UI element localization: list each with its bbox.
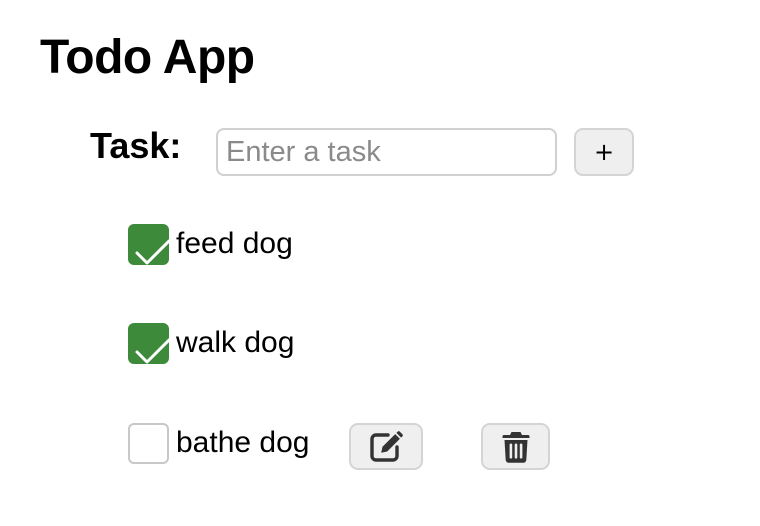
add-task-button[interactable]: + <box>574 128 634 176</box>
todo-text: walk dog <box>176 326 295 359</box>
todo-text: feed dog <box>176 227 293 260</box>
edit-icon <box>370 430 403 462</box>
todo-checkbox-checked[interactable] <box>128 322 169 364</box>
checkmark-icon <box>135 338 169 363</box>
todo-checkbox-unchecked[interactable] <box>128 422 169 464</box>
todo-text: bathe dog <box>176 426 310 459</box>
page-title: Todo App <box>40 31 255 84</box>
edit-button[interactable] <box>349 423 423 470</box>
task-input[interactable] <box>216 128 557 176</box>
list-item: feed dog <box>128 223 293 265</box>
task-label: Task: <box>90 125 182 166</box>
todo-app: Todo App Task: + feed dog walk dog bathe… <box>0 0 760 526</box>
delete-button[interactable] <box>481 423 550 470</box>
list-item: bathe dog <box>128 422 309 464</box>
list-item: walk dog <box>128 322 294 364</box>
todo-checkbox-checked[interactable] <box>128 223 169 265</box>
checkmark-icon <box>135 239 169 264</box>
trash-icon <box>502 431 529 463</box>
